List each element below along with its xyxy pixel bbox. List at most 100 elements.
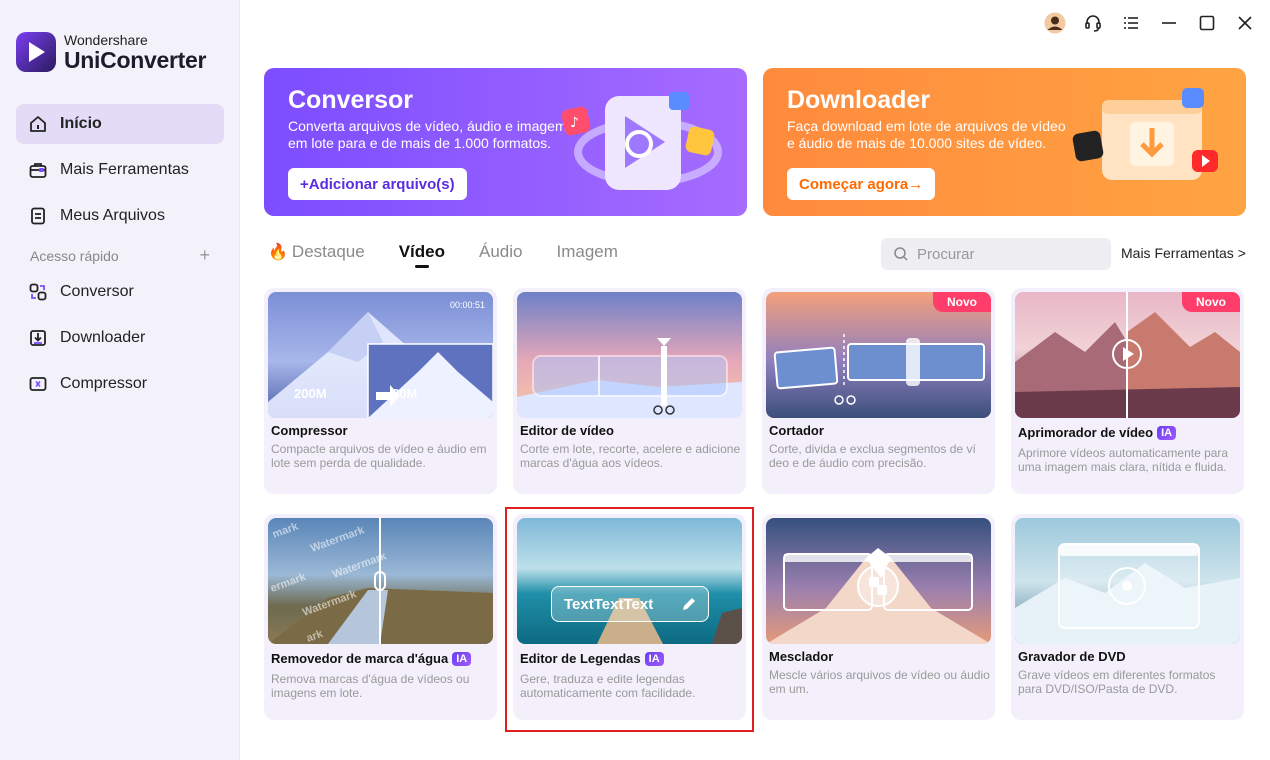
subtitle-sample-text: TextTextText bbox=[564, 595, 654, 613]
add-quick-access-icon[interactable]: + bbox=[199, 246, 210, 264]
support-headset-icon[interactable] bbox=[1082, 12, 1104, 34]
tab-label: Áudio bbox=[479, 242, 523, 261]
svg-text:Watermark: Watermark bbox=[309, 524, 367, 555]
sidebar-item-downloader[interactable]: Downloader bbox=[16, 318, 224, 358]
tab-video[interactable]: Vídeo bbox=[399, 242, 445, 268]
compressor-thumbnail: 200M 20M 00:00:51 bbox=[268, 292, 493, 418]
sidebar-item-conversor[interactable]: Conversor bbox=[16, 272, 224, 312]
card-aprimorador-de-video[interactable]: Novo Aprimorador de vídeo IA Aprimore víd… bbox=[1011, 288, 1244, 494]
start-now-button[interactable]: Começar agora→ bbox=[787, 168, 936, 200]
menu-list-icon[interactable] bbox=[1120, 12, 1142, 34]
brand-product: UniConverter bbox=[64, 46, 207, 73]
subtitle-editor-thumbnail: TextTextText bbox=[517, 518, 742, 644]
sidebar-item-meus-arquivos[interactable]: Meus Arquivos bbox=[16, 196, 224, 236]
sidebar-item-label: Downloader bbox=[60, 329, 146, 346]
avatar-icon[interactable] bbox=[1044, 12, 1066, 34]
search-input[interactable]: Procurar bbox=[881, 238, 1111, 270]
sidebar-item-compressor[interactable]: Compressor bbox=[16, 364, 224, 404]
card-title: Compressor bbox=[271, 423, 348, 438]
quick-access-label: Acesso rápido bbox=[30, 248, 119, 264]
sidebar-item-label: Conversor bbox=[60, 283, 134, 300]
sidebar: Wondershare UniConverter Início Mais Fer… bbox=[0, 0, 240, 760]
convert-icon bbox=[28, 282, 48, 302]
card-cortador[interactable]: Novo Cortador Corte, divida e exclua seg… bbox=[762, 288, 995, 494]
size-after-label: 20M bbox=[392, 386, 418, 401]
category-tabs: 🔥 Destaque Vídeo Áudio Imagem bbox=[268, 242, 618, 268]
close-icon[interactable] bbox=[1234, 12, 1256, 34]
card-title: Aprimorador de vídeo IA bbox=[1018, 425, 1177, 440]
minimize-icon[interactable] bbox=[1158, 12, 1180, 34]
card-title: Cortador bbox=[769, 423, 824, 438]
downloader-banner[interactable]: Downloader Faça download em lote de arqu… bbox=[763, 68, 1246, 216]
card-description: Grave vídeos em diferentes formatos para… bbox=[1018, 668, 1216, 696]
tab-label: Imagem bbox=[556, 242, 618, 261]
card-description: Compacte arquivos de vídeo e áudio em lo… bbox=[271, 442, 487, 470]
downloader-description: Faça download em lote de arquivos de víd… bbox=[787, 118, 1066, 151]
converter-description: Converta arquivos de vídeo, áudio e imag… bbox=[288, 118, 567, 151]
new-badge: Novo bbox=[933, 292, 991, 312]
more-tools-link[interactable]: Mais Ferramentas > bbox=[1121, 245, 1246, 261]
cutter-thumbnail: Novo bbox=[766, 292, 991, 418]
sidebar-item-label: Mais Ferramentas bbox=[60, 161, 189, 178]
card-description: Corte em lote, recorte, acelere e adicio… bbox=[520, 442, 741, 470]
card-title: Gravador de DVD bbox=[1018, 649, 1126, 664]
tab-destaque[interactable]: 🔥 Destaque bbox=[268, 242, 365, 268]
card-compressor[interactable]: 200M 20M 00:00:51 Compressor Compacte ar… bbox=[264, 288, 497, 494]
card-description: Mescle vários arquivos de vídeo ou áudio… bbox=[769, 668, 990, 696]
enhancer-thumbnail: Novo bbox=[1015, 292, 1240, 418]
search-icon bbox=[894, 247, 908, 261]
sidebar-item-label: Início bbox=[60, 115, 102, 132]
uniconverter-logo-icon bbox=[16, 32, 56, 72]
card-title: Removedor de marca d'água IA bbox=[271, 651, 472, 666]
size-before-label: 200M bbox=[294, 386, 327, 401]
card-title: Editor de vídeo bbox=[520, 423, 614, 438]
converter-banner[interactable]: Conversor Converta arquivos de vídeo, áu… bbox=[264, 68, 747, 216]
dvd-burner-thumbnail bbox=[1015, 518, 1240, 644]
toolbox-icon bbox=[28, 160, 48, 180]
card-gravador-de-dvd[interactable]: Gravador de DVD Grave vídeos em diferent… bbox=[1011, 514, 1244, 720]
card-editor-de-legendas[interactable]: TextTextText Editor de Legendas IA Gere, … bbox=[513, 514, 746, 720]
ai-badge: IA bbox=[1157, 425, 1177, 440]
sidebar-item-inicio[interactable]: Início bbox=[16, 104, 224, 144]
sidebar-item-label: Meus Arquivos bbox=[60, 207, 165, 224]
window-controls bbox=[1044, 12, 1256, 34]
tab-audio[interactable]: Áudio bbox=[479, 242, 522, 268]
merger-thumbnail bbox=[766, 518, 991, 644]
maximize-icon[interactable] bbox=[1196, 12, 1218, 34]
download-icon bbox=[28, 328, 48, 348]
card-editor-de-video[interactable]: Editor de vídeo Corte em lote, recorte, … bbox=[513, 288, 746, 494]
card-description: Remova marcas d'água de vídeos ou imagen… bbox=[271, 672, 470, 700]
tab-label: Destaque bbox=[291, 242, 365, 261]
watermark-remover-thumbnail: mark Watermark ermark Watermark Watermar… bbox=[268, 518, 493, 644]
card-removedor-de-marca-dagua[interactable]: mark Watermark ermark Watermark Watermar… bbox=[264, 514, 497, 720]
pencil-icon bbox=[683, 598, 695, 610]
card-description: Corte, divida e exclua segmentos de ví d… bbox=[769, 442, 976, 470]
card-description: Aprimore vídeos automaticamente para uma… bbox=[1018, 446, 1229, 474]
duration-label: 00:00:51 bbox=[449, 300, 485, 310]
card-mesclador[interactable]: Mesclador Mescle vários arquivos de víde… bbox=[762, 514, 995, 720]
add-files-button[interactable]: +Adicionar arquivo(s) bbox=[288, 168, 467, 200]
converter-illustration-icon: ♪ bbox=[561, 92, 722, 190]
converter-title: Conversor bbox=[288, 86, 414, 114]
card-title: Editor de Legendas IA bbox=[520, 651, 664, 666]
sidebar-item-label: Compressor bbox=[60, 375, 148, 392]
home-icon bbox=[28, 114, 48, 134]
file-icon bbox=[28, 206, 48, 226]
new-badge: Novo bbox=[1182, 292, 1240, 312]
card-title: Mesclador bbox=[769, 649, 834, 664]
svg-text:♪: ♪ bbox=[570, 115, 579, 131]
sidebar-item-mais-ferramentas[interactable]: Mais Ferramentas bbox=[16, 150, 224, 190]
fire-icon: 🔥 bbox=[268, 244, 288, 261]
card-description: Gere, traduza e edite legendas automatic… bbox=[520, 672, 696, 700]
ai-badge: IA bbox=[644, 651, 664, 666]
video-editor-thumbnail bbox=[517, 292, 742, 418]
downloader-title: Downloader bbox=[787, 86, 931, 114]
brand-company: Wondershare bbox=[64, 31, 148, 48]
quick-access-header: Acesso rápido + bbox=[30, 246, 210, 264]
subtitle-textbox: TextTextText bbox=[551, 586, 709, 622]
tab-imagem[interactable]: Imagem bbox=[556, 242, 617, 268]
downloader-illustration-icon bbox=[1072, 88, 1218, 180]
svg-text:ermark: ermark bbox=[269, 571, 308, 595]
svg-text:mark: mark bbox=[271, 520, 301, 541]
brand: Wondershare UniConverter bbox=[16, 32, 206, 72]
